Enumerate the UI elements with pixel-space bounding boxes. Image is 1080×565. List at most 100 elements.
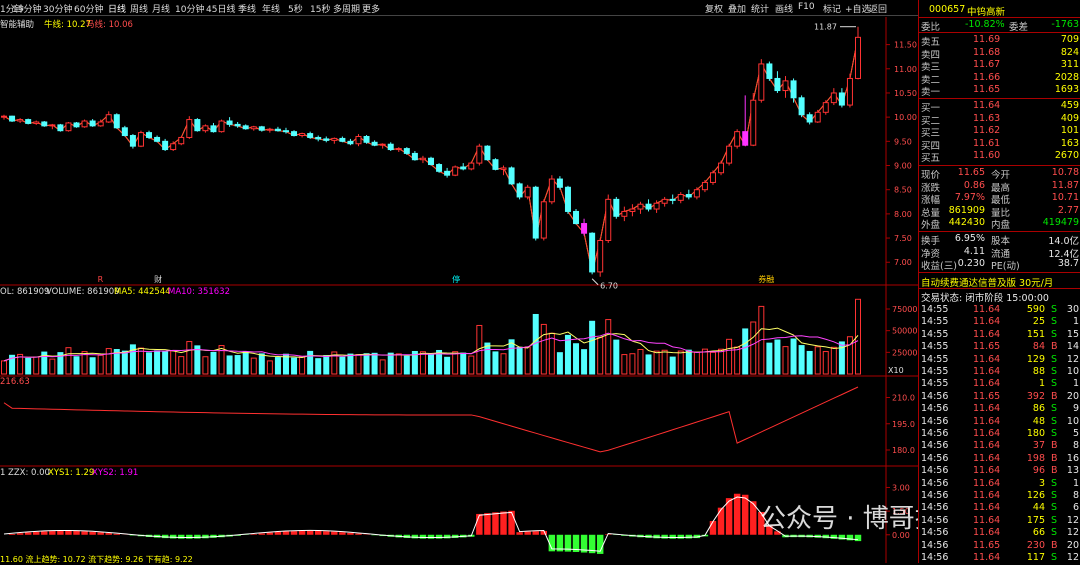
candle-body-18 [146, 132, 153, 138]
mid-indicator-label: 216.63 [0, 377, 30, 387]
volume-bar-68 [548, 332, 555, 375]
candle-body-24 [194, 119, 201, 132]
ask-price: 11.69 [973, 34, 1001, 45]
bid-volume: 101 [1060, 125, 1079, 137]
volume-bar-101 [814, 346, 821, 375]
indicator-name: 智能辅助 [0, 20, 35, 30]
weicha-value: -1763 [1051, 19, 1079, 30]
event-marker-3: 券融 [758, 274, 774, 284]
volume-bar-96 [774, 339, 781, 375]
tick-price: 11.64 [973, 502, 1001, 514]
tick-price: 11.65 [973, 539, 1001, 551]
tick-side: S [1051, 514, 1058, 526]
candle-body-40 [323, 138, 330, 141]
xys2-value: XYS2: 1.91 [92, 468, 139, 478]
candle-body-72 [581, 223, 588, 234]
tick-price: 11.64 [973, 316, 1001, 328]
candle-body-5 [41, 121, 48, 127]
mid-label-0: 210.0 [892, 394, 915, 403]
weibi-label: 委比 [921, 22, 941, 33]
tick-price: 11.64 [973, 452, 1001, 464]
bottom-trend-readout: 11.60 流上趋势: 10.72 流下趋势: 9.26 下有趋: 9.22 [0, 555, 193, 564]
quote-sep-7 [919, 288, 1080, 289]
kline-chart[interactable]: 11.50 11.00 10.50 10.00 9.50 9.00 8.50 8.00 7.50… [0, 0, 918, 563]
volume-bar-85 [685, 349, 692, 375]
volume-bar-73 [589, 320, 596, 375]
tick-time: 14:55 [921, 316, 949, 328]
tick-price: 11.64 [973, 514, 1001, 526]
price-label-1: 11.00 [894, 65, 917, 74]
tick-side: S [1051, 403, 1058, 415]
tick-count: 1 [1072, 378, 1079, 390]
tick-side: S [1051, 366, 1058, 377]
tick-side: S [1051, 316, 1058, 328]
stat-value: 442430 [948, 217, 985, 229]
volume-bar-92 [742, 328, 749, 375]
tick-row-3: 14:55 11.65 84 B 14 [919, 341, 1080, 353]
volume-bar-57 [460, 352, 467, 375]
candle-body-81 [653, 202, 660, 210]
candle-body-55 [444, 170, 451, 176]
tick-price: 11.64 [973, 440, 1001, 452]
volume-bar-4 [33, 356, 40, 375]
candle-body-4 [33, 121, 40, 124]
volume-bar-45 [363, 353, 370, 375]
candle-body-48 [387, 143, 394, 151]
volume-bar-63 [508, 339, 515, 375]
quote-sep-6 [919, 272, 1080, 273]
stat-value-2: 10.71 [1051, 192, 1079, 204]
tick-side: S [1051, 328, 1058, 340]
price-label-2: 10.50 [894, 89, 917, 98]
stat-label-2: 内盘 [991, 220, 1011, 232]
candle-body-35 [282, 130, 289, 133]
candle-body-66 [532, 186, 539, 239]
volume-bar-97 [782, 346, 789, 375]
volume-bar-26 [210, 351, 217, 375]
volume-bar-0 [1, 360, 7, 375]
volume-bar-83 [669, 356, 676, 375]
volume-bar-88 [709, 351, 716, 375]
tick-volume: 88 [1032, 366, 1045, 377]
candle-body-75 [605, 198, 612, 241]
candle-body-86 [693, 189, 700, 198]
candle-body-54 [436, 164, 443, 172]
price-label-6: 8.50 [894, 186, 912, 195]
candle-body-25 [202, 125, 209, 132]
bid-row-1: 买二 11.63 409 [919, 113, 1080, 127]
volume-bar-52 [419, 351, 426, 375]
candle-body-78 [629, 208, 636, 212]
bid-volume: 459 [1060, 100, 1079, 111]
volume-bar-48 [387, 352, 394, 375]
tick-time: 14:56 [921, 452, 949, 464]
tick-row-15: 14:56 11.64 126 S 8 [919, 490, 1080, 502]
quote-sep-3 [919, 98, 1080, 99]
mid-indicator-line [3, 386, 859, 453]
candle-body-84 [677, 194, 684, 201]
volume-bar-31 [250, 357, 257, 375]
tick-side: B [1051, 465, 1058, 477]
tick-side: S [1051, 415, 1058, 427]
volume-bar-74 [597, 337, 604, 375]
tick-volume: 25 [1032, 316, 1045, 328]
stat2-value: 4.11 [963, 245, 985, 257]
candle-body-0 [1, 115, 7, 118]
candle-body-45 [363, 135, 370, 143]
stat-row-2: 涨幅 7.97% 最低 10.71 [919, 192, 1080, 206]
candle-body-106 [855, 36, 861, 79]
tick-side: S [1051, 428, 1058, 439]
volume-bar-98 [790, 338, 797, 375]
tick-side: S [1051, 527, 1058, 539]
bid-price: 11.60 [973, 150, 1001, 162]
candle-body-15 [121, 127, 128, 137]
candle-body-90 [726, 145, 733, 164]
tick-price: 11.64 [973, 552, 1001, 563]
ask-row-1: 卖四 11.68 824 [919, 47, 1080, 61]
candle-body-60 [484, 145, 491, 161]
tick-time: 14:56 [921, 552, 949, 563]
volume-bar-33 [266, 360, 273, 375]
tick-side: B [1051, 539, 1058, 551]
volume-bar-39 [315, 358, 322, 375]
candle-body-1 [9, 115, 16, 122]
volume-bar-81 [653, 350, 660, 375]
ask-volume: 709 [1060, 34, 1079, 45]
